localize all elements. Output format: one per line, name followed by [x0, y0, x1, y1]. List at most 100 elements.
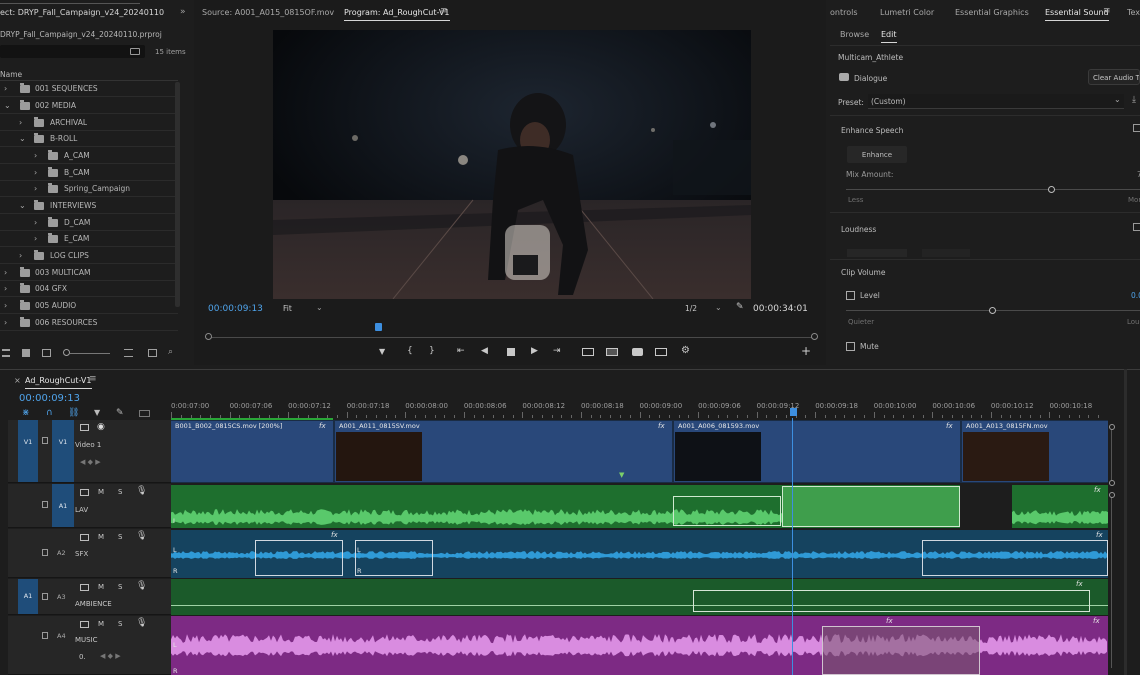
fx-badge[interactable]: fx: [658, 422, 665, 430]
track-header-a2[interactable]: A2 M S 🎙 SFX: [8, 529, 171, 578]
sort-icon[interactable]: [124, 349, 133, 357]
wrench-icon[interactable]: ✎: [116, 408, 124, 418]
scrubber-start-handle[interactable]: [205, 333, 212, 340]
zoom-slider[interactable]: [70, 353, 110, 354]
clear-audio-type-button[interactable]: Clear Audio Ty: [1088, 69, 1140, 85]
fx-badge[interactable]: fx: [1094, 486, 1101, 494]
tree-item-media[interactable]: ⌄ 002 MEDIA: [0, 98, 178, 114]
name-column-header[interactable]: Name: [0, 70, 22, 79]
timeline-playhead[interactable]: [792, 418, 793, 675]
track-header-a4[interactable]: A4 M S 🎙 MUSIC 0. ◀ ◆ ▶: [8, 616, 171, 675]
chevron-right-icon[interactable]: ›: [4, 301, 7, 310]
chevron-down-icon[interactable]: ⌄: [316, 303, 323, 312]
source-patch-v1[interactable]: V1: [18, 420, 38, 482]
sequence-tab[interactable]: Ad_RoughCut-V1: [25, 376, 92, 389]
scrubber-end-handle[interactable]: [811, 333, 818, 340]
eye-icon[interactable]: ◉: [97, 422, 105, 432]
mute-button[interactable]: M: [98, 488, 104, 496]
chevron-right-icon[interactable]: ›: [19, 118, 22, 127]
track-target-a2[interactable]: A2: [57, 549, 66, 557]
microphone-icon[interactable]: 🎙: [136, 581, 147, 591]
sync-lock-icon[interactable]: [80, 534, 89, 541]
microphone-icon[interactable]: 🎙: [136, 531, 147, 541]
tree-item-resources[interactable]: › 006 RESOURCES: [0, 315, 178, 331]
tab-source[interactable]: Source: A001_A015_0815OF.mov: [202, 8, 334, 17]
chevron-down-icon[interactable]: ⌄: [19, 201, 26, 210]
save-preset-icon[interactable]: ⤓: [1132, 95, 1136, 105]
fx-badge[interactable]: fx: [886, 617, 893, 625]
video-clip[interactable]: B001_B002_0815CS.mov [200%] fx: [171, 421, 333, 482]
sync-lock-icon[interactable]: [80, 424, 89, 431]
lock-icon[interactable]: [42, 549, 48, 556]
chevron-right-icon[interactable]: ›: [4, 84, 7, 93]
tree-item-b-roll[interactable]: ⌄ B-ROLL: [0, 131, 178, 147]
microphone-icon[interactable]: 🎙: [136, 486, 147, 496]
time-ruler[interactable]: 0:00:07:00 00:00:07:06 00:00:07:12 00:00:07…: [171, 398, 1108, 420]
chevron-down-icon[interactable]: ⌄: [4, 101, 11, 110]
fx-badge[interactable]: fx: [331, 531, 338, 539]
step-back-icon[interactable]: ◀: [481, 346, 488, 356]
bin-filter-icon[interactable]: [130, 48, 140, 55]
microphone-icon[interactable]: 🎙: [136, 618, 147, 628]
tree-item-gfx[interactable]: › 004 GFX: [0, 281, 178, 297]
selected-audio-clip[interactable]: [782, 486, 960, 527]
tab-essential-sound[interactable]: Essential Sound: [1045, 8, 1109, 21]
snap-icon[interactable]: ∩: [46, 408, 53, 418]
tab-text[interactable]: Tex: [1127, 8, 1140, 17]
track-target-a3[interactable]: A3: [57, 593, 66, 601]
track-target-a4[interactable]: A4: [57, 632, 66, 640]
track-header-a3[interactable]: A1 A3 M S 🎙 AMBIENCE: [8, 579, 171, 615]
preset-select[interactable]: (Custom) ⌄: [868, 94, 1124, 109]
close-icon[interactable]: ×: [14, 376, 21, 385]
sync-lock-icon[interactable]: [80, 621, 89, 628]
crossfade-region[interactable]: [922, 540, 1108, 576]
overwrite-icon[interactable]: [606, 348, 618, 356]
mix-amount-slider[interactable]: [846, 185, 1140, 195]
fx-badge[interactable]: fx: [1096, 531, 1103, 539]
project-panel-title[interactable]: ect: DRYP_Fall_Campaign_v24_20240110: [0, 8, 164, 17]
audio-clip-lav[interactable]: fx: [1012, 485, 1108, 528]
loudness-value[interactable]: [922, 249, 970, 257]
solo-button[interactable]: S: [118, 488, 122, 496]
program-timecode[interactable]: 00:00:09:13: [208, 304, 263, 314]
tree-item-log-clips[interactable]: › LOG CLIPS: [0, 248, 178, 264]
insert-icon[interactable]: [582, 348, 594, 356]
wrench-icon[interactable]: ✎: [736, 302, 744, 312]
tree-item-sequences[interactable]: › 001 SEQUENCES: [0, 81, 178, 97]
go-to-out-icon[interactable]: ⇥: [553, 346, 561, 356]
solo-button[interactable]: S: [118, 533, 122, 541]
lock-icon[interactable]: [42, 593, 48, 600]
nest-icon[interactable]: ⋇: [22, 408, 30, 418]
tab-lumetri-color[interactable]: Lumetri Color: [880, 8, 934, 17]
automate-icon[interactable]: [148, 349, 157, 357]
comparison-view-icon[interactable]: [655, 348, 667, 356]
tree-item-d-cam[interactable]: › D_CAM: [0, 215, 178, 231]
mark-in-icon[interactable]: {: [407, 346, 413, 356]
slider-handle[interactable]: [989, 307, 996, 314]
tree-item-b-cam[interactable]: › B_CAM: [0, 165, 178, 181]
camera-icon[interactable]: [632, 348, 643, 356]
fx-badge[interactable]: fx: [1076, 580, 1083, 588]
track-header-v1[interactable]: V1 V1 ◉ Video 1 ◀ ◆ ▶: [8, 420, 171, 483]
auto-match-button[interactable]: [847, 249, 907, 257]
keyframe-nav-icon[interactable]: ◀ ◆ ▶: [100, 652, 121, 660]
panel-menu-icon[interactable]: ≡: [440, 6, 448, 16]
icon-view-icon[interactable]: [22, 349, 30, 357]
chevron-right-icon[interactable]: ›: [34, 151, 37, 160]
zoom-select[interactable]: Fit: [283, 304, 292, 313]
chevron-right-icon[interactable]: ›: [34, 184, 37, 193]
freeform-view-icon[interactable]: [42, 349, 51, 357]
chevron-right-icon[interactable]: ›: [4, 284, 7, 293]
chevron-right-icon[interactable]: ›: [4, 268, 7, 277]
stop-icon[interactable]: [507, 348, 515, 356]
tab-program[interactable]: Program: Ad_RoughCut-V1: [344, 8, 450, 21]
tree-item-e-cam[interactable]: › E_CAM: [0, 231, 178, 247]
prev-keyframe-icon[interactable]: ◀ ◆ ▶: [80, 458, 101, 466]
scroll-handle[interactable]: [1109, 424, 1115, 430]
crossfade-region[interactable]: [693, 590, 1090, 612]
captions-icon[interactable]: [139, 410, 150, 417]
mute-button[interactable]: M: [98, 583, 104, 591]
tree-item-multicam[interactable]: › 003 MULTICAM: [0, 265, 178, 281]
solo-button[interactable]: S: [118, 583, 122, 591]
tree-item-audio[interactable]: › 005 AUDIO: [0, 298, 178, 314]
